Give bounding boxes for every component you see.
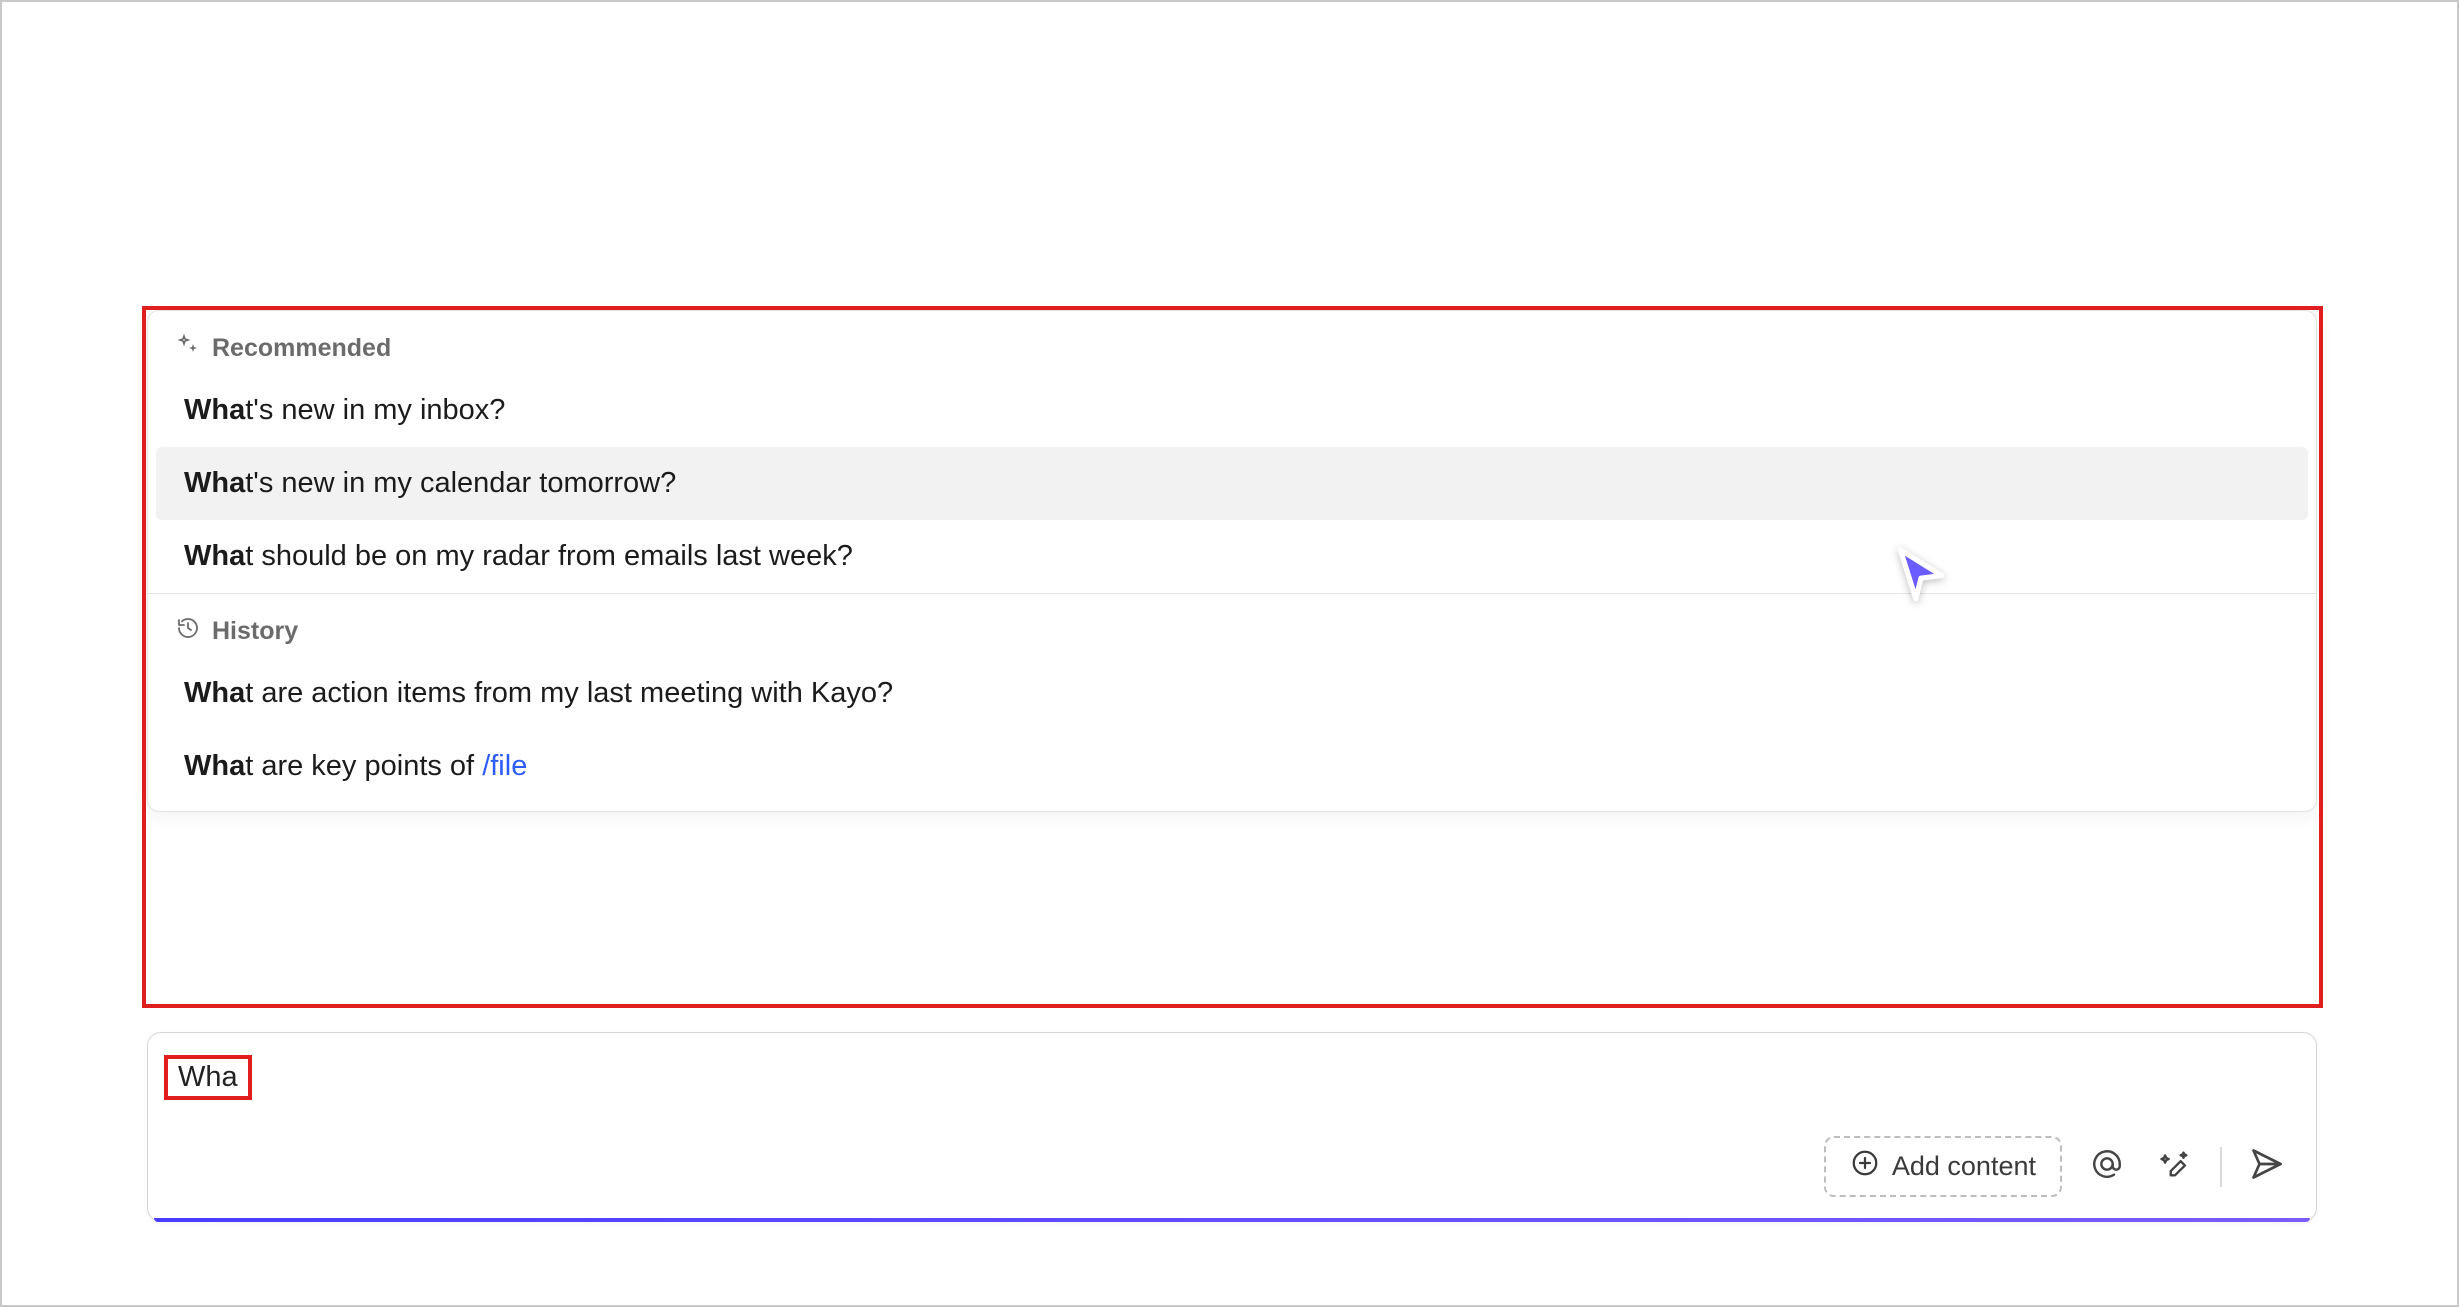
add-content-label: Add content — [1892, 1151, 2036, 1182]
history-section-header: History — [148, 594, 2316, 657]
app-frame: Recommended What's new in my inbox? What… — [0, 0, 2459, 1307]
history-icon — [176, 616, 200, 647]
typed-text: Wha — [178, 1061, 238, 1093]
plus-circle-icon — [1850, 1148, 1880, 1185]
mention-icon — [2090, 1147, 2124, 1186]
rewrite-button[interactable] — [2152, 1144, 2198, 1190]
suggestion-item[interactable]: What should be on my radar from emails l… — [156, 520, 2308, 593]
suggestions-panel: Recommended What's new in my inbox? What… — [147, 310, 2317, 812]
suggestion-item[interactable]: What are key points of /file — [156, 730, 2308, 811]
rewrite-icon — [2158, 1147, 2192, 1186]
suggestion-item[interactable]: What are action items from my last meeti… — [156, 657, 2308, 730]
send-icon — [2249, 1146, 2285, 1187]
suggestion-match: Wha — [184, 677, 245, 709]
suggestion-rest: t should be on my radar from emails last… — [245, 540, 853, 572]
suggestion-item[interactable]: What's new in my calendar tomorrow? — [156, 447, 2308, 520]
add-content-button[interactable]: Add content — [1824, 1136, 2062, 1197]
recommended-section-header: Recommended — [148, 311, 2316, 374]
history-label: History — [212, 617, 298, 646]
input-toolbar: Add content — [148, 1106, 2316, 1221]
send-button[interactable] — [2244, 1144, 2290, 1190]
recommended-label: Recommended — [212, 334, 391, 363]
suggestion-link[interactable]: /file — [482, 750, 527, 782]
suggestion-rest: t are action items from my last meeting … — [245, 677, 893, 709]
suggestion-rest: t's new in my inbox? — [245, 394, 505, 426]
chat-input[interactable]: Wha — [148, 1033, 2316, 1106]
suggestion-rest: t's new in my calendar tomorrow? — [245, 467, 676, 499]
toolbar-divider — [2220, 1147, 2222, 1187]
suggestion-match: Wha — [184, 394, 245, 426]
suggestion-match: Wha — [184, 540, 245, 572]
input-accent-bar — [154, 1218, 2310, 1222]
suggestion-item[interactable]: What's new in my inbox? — [156, 374, 2308, 447]
typed-text-highlight: Wha — [164, 1055, 252, 1100]
suggestion-match: Wha — [184, 467, 245, 499]
suggestion-match: Wha — [184, 750, 245, 782]
suggestion-rest: t are key points of — [245, 750, 482, 782]
chat-input-bar: Wha Add content — [147, 1032, 2317, 1222]
mention-button[interactable] — [2084, 1144, 2130, 1190]
sparkles-icon — [176, 333, 200, 364]
cursor-icon — [1890, 542, 1952, 604]
